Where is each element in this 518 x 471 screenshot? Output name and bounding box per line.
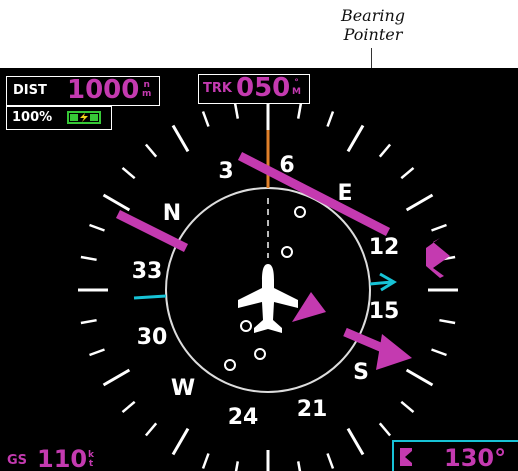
selected-heading-field[interactable]: 130° <box>392 440 518 471</box>
compass-tick <box>144 143 158 158</box>
track-value: 050 <box>236 73 291 103</box>
compass-tick <box>400 166 415 180</box>
battery-percent: 100% <box>12 110 53 125</box>
track-label: TRK <box>203 81 232 96</box>
distance-units: nm <box>142 80 152 99</box>
compass-label-15: 15 <box>369 299 400 324</box>
compass-label-21: 21 <box>297 397 328 422</box>
battery-status: 100% <box>6 106 112 130</box>
course-line-segment <box>237 151 391 237</box>
compass-tick <box>296 102 303 119</box>
track-field[interactable]: TRK 050 ° M <box>198 73 310 104</box>
compass-label-6: 6 <box>279 153 294 178</box>
compass-tick <box>201 111 210 127</box>
compass-tick <box>121 166 136 180</box>
compass-tick <box>89 223 105 232</box>
compass-tick <box>431 348 447 357</box>
compass-label-33: 33 <box>132 259 163 284</box>
callout-line-1: Bearing <box>340 6 406 25</box>
distance-value: 1000 <box>67 75 140 105</box>
compass-tick <box>326 111 335 127</box>
groundspeed-value: 110 <box>37 445 88 471</box>
distance-field[interactable]: DIST 1000 nm <box>6 75 160 106</box>
groundspeed-units: kt <box>88 450 94 469</box>
compass-tick <box>378 143 392 158</box>
compass-label-w: W <box>171 376 195 401</box>
aircraft-icon <box>238 264 298 333</box>
waypoint-marker <box>281 246 293 258</box>
bearing-pointer-icon <box>369 272 397 292</box>
compass-tick <box>296 461 302 471</box>
compass-tick <box>400 400 415 414</box>
compass-tick <box>102 368 131 387</box>
waypoint-marker <box>224 359 236 371</box>
track-units: ° M <box>292 78 301 97</box>
compass-tick <box>201 453 210 469</box>
compass-tick <box>233 102 240 119</box>
waypoint-marker <box>294 206 306 218</box>
heading-bug-icon <box>426 238 450 278</box>
waypoint-marker <box>240 320 252 332</box>
compass-label-n: N <box>163 201 181 226</box>
compass-tick <box>171 427 190 456</box>
compass-tick <box>80 318 97 325</box>
distance-label: DIST <box>13 83 47 98</box>
compass-label-12: 12 <box>369 235 400 260</box>
bearing-pointer-callout: Bearing Pointer <box>318 6 428 44</box>
compass-label-30: 30 <box>137 325 168 350</box>
compass-tick <box>89 348 105 357</box>
compass-tick <box>121 400 136 414</box>
compass-tick <box>326 453 335 469</box>
compass-tick <box>346 124 365 153</box>
compass-tick <box>439 318 456 325</box>
compass-label-24: 24 <box>228 405 259 430</box>
compass-tick <box>378 422 392 437</box>
selected-heading-value: 130° <box>444 444 507 471</box>
compass-label-s: S <box>353 360 369 385</box>
heading-bug-icon <box>400 448 412 466</box>
compass-tick <box>405 193 434 212</box>
compass-tick <box>431 223 447 232</box>
compass-tick <box>144 422 158 437</box>
groundspeed-label: GS <box>7 453 28 468</box>
compass-tick <box>234 461 240 471</box>
callout-line-2: Pointer <box>343 25 403 44</box>
groundspeed-field[interactable]: GS 110 kt <box>2 444 122 471</box>
compass-label-3: 3 <box>218 159 233 184</box>
compass-label-e: E <box>337 181 352 206</box>
waypoint-marker <box>254 348 266 360</box>
map-display[interactable]: N 3 6 E 12 15 S 21 24 W 30 33 DIST 1000 … <box>0 68 518 471</box>
compass-tick <box>346 427 365 456</box>
compass-tick <box>405 368 434 387</box>
bearing-pointer-tail <box>133 294 167 300</box>
compass-tick <box>80 255 97 262</box>
compass-tick <box>171 124 190 153</box>
compass-tick <box>102 193 131 212</box>
battery-charging-icon <box>67 111 101 124</box>
